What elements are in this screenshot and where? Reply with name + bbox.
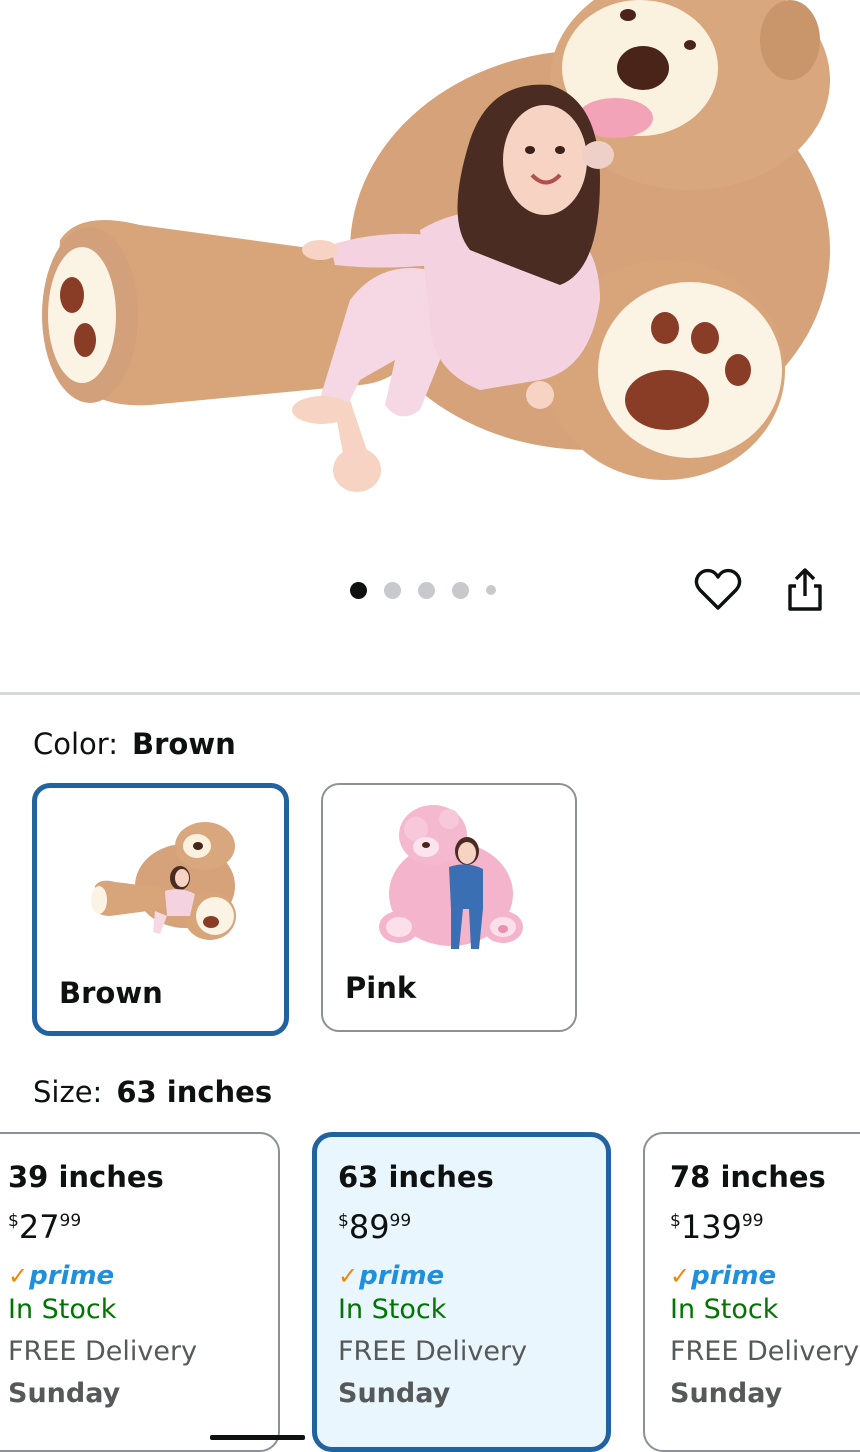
color-selected-value: Brown <box>131 727 236 761</box>
size-header: Size: 63 inches <box>33 1075 272 1109</box>
stock-status: In Stock <box>338 1294 447 1325</box>
carousel-dot[interactable] <box>452 581 469 599</box>
size-option-name: 78 inches <box>670 1160 826 1194</box>
heart-icon <box>694 568 742 610</box>
delivery-day: Sunday <box>8 1378 121 1409</box>
share-icon <box>788 568 822 611</box>
size-option-63[interactable]: 63 inches $8999 ✓ prime In Stock FREE Del… <box>312 1132 611 1452</box>
share-button[interactable] <box>782 566 828 614</box>
stock-status: In Stock <box>670 1294 779 1325</box>
product-photo <box>42 0 830 492</box>
carousel-dot[interactable] <box>486 585 496 595</box>
carousel-dot[interactable] <box>384 581 401 599</box>
delivery-text: FREE Delivery <box>338 1336 528 1367</box>
wishlist-button[interactable] <box>694 566 742 614</box>
prime-badge: ✓ prime <box>8 1261 115 1291</box>
carousel-dot[interactable] <box>418 581 435 599</box>
size-selected-value: 63 inches <box>116 1075 273 1109</box>
color-swatch-label: Brown <box>59 976 163 1010</box>
color-header: Color: Brown <box>33 727 236 761</box>
color-swatch-brown[interactable]: Brown <box>32 783 289 1036</box>
home-indicator <box>210 1435 305 1440</box>
color-swatch-label: Pink <box>345 971 417 1005</box>
delivery-text: FREE Delivery <box>670 1336 860 1367</box>
size-option-78[interactable]: 78 inches $13999 ✓ prime In Stock FREE De… <box>643 1132 860 1452</box>
prime-badge: ✓ prime <box>670 1261 777 1291</box>
prime-check-icon: ✓ <box>8 1262 29 1290</box>
size-option-price: $13999 <box>670 1208 764 1246</box>
pink-bear-thumbnail <box>379 805 523 949</box>
color-label: Color: <box>33 727 118 761</box>
delivery-day: Sunday <box>338 1378 451 1409</box>
prime-check-icon: ✓ <box>338 1262 359 1290</box>
size-option-name: 63 inches <box>338 1160 494 1194</box>
color-swatch-pink[interactable]: Pink <box>321 783 577 1032</box>
size-option-price: $2799 <box>8 1208 82 1246</box>
size-option-price: $8999 <box>338 1208 412 1246</box>
image-carousel-dots[interactable] <box>350 578 513 602</box>
carousel-dot[interactable] <box>350 581 367 599</box>
size-option-name: 39 inches <box>8 1160 164 1194</box>
product-image[interactable] <box>0 0 860 540</box>
size-option-39[interactable]: 39 inches $2799 ✓ prime In Stock FREE Del… <box>0 1132 280 1452</box>
brown-bear-thumbnail <box>91 822 236 940</box>
stock-status: In Stock <box>8 1294 117 1325</box>
section-divider <box>0 692 860 695</box>
prime-check-icon: ✓ <box>670 1262 691 1290</box>
prime-badge: ✓ prime <box>338 1261 445 1291</box>
size-label: Size: <box>33 1075 103 1109</box>
delivery-text: FREE Delivery <box>8 1336 198 1367</box>
delivery-day: Sunday <box>670 1378 783 1409</box>
